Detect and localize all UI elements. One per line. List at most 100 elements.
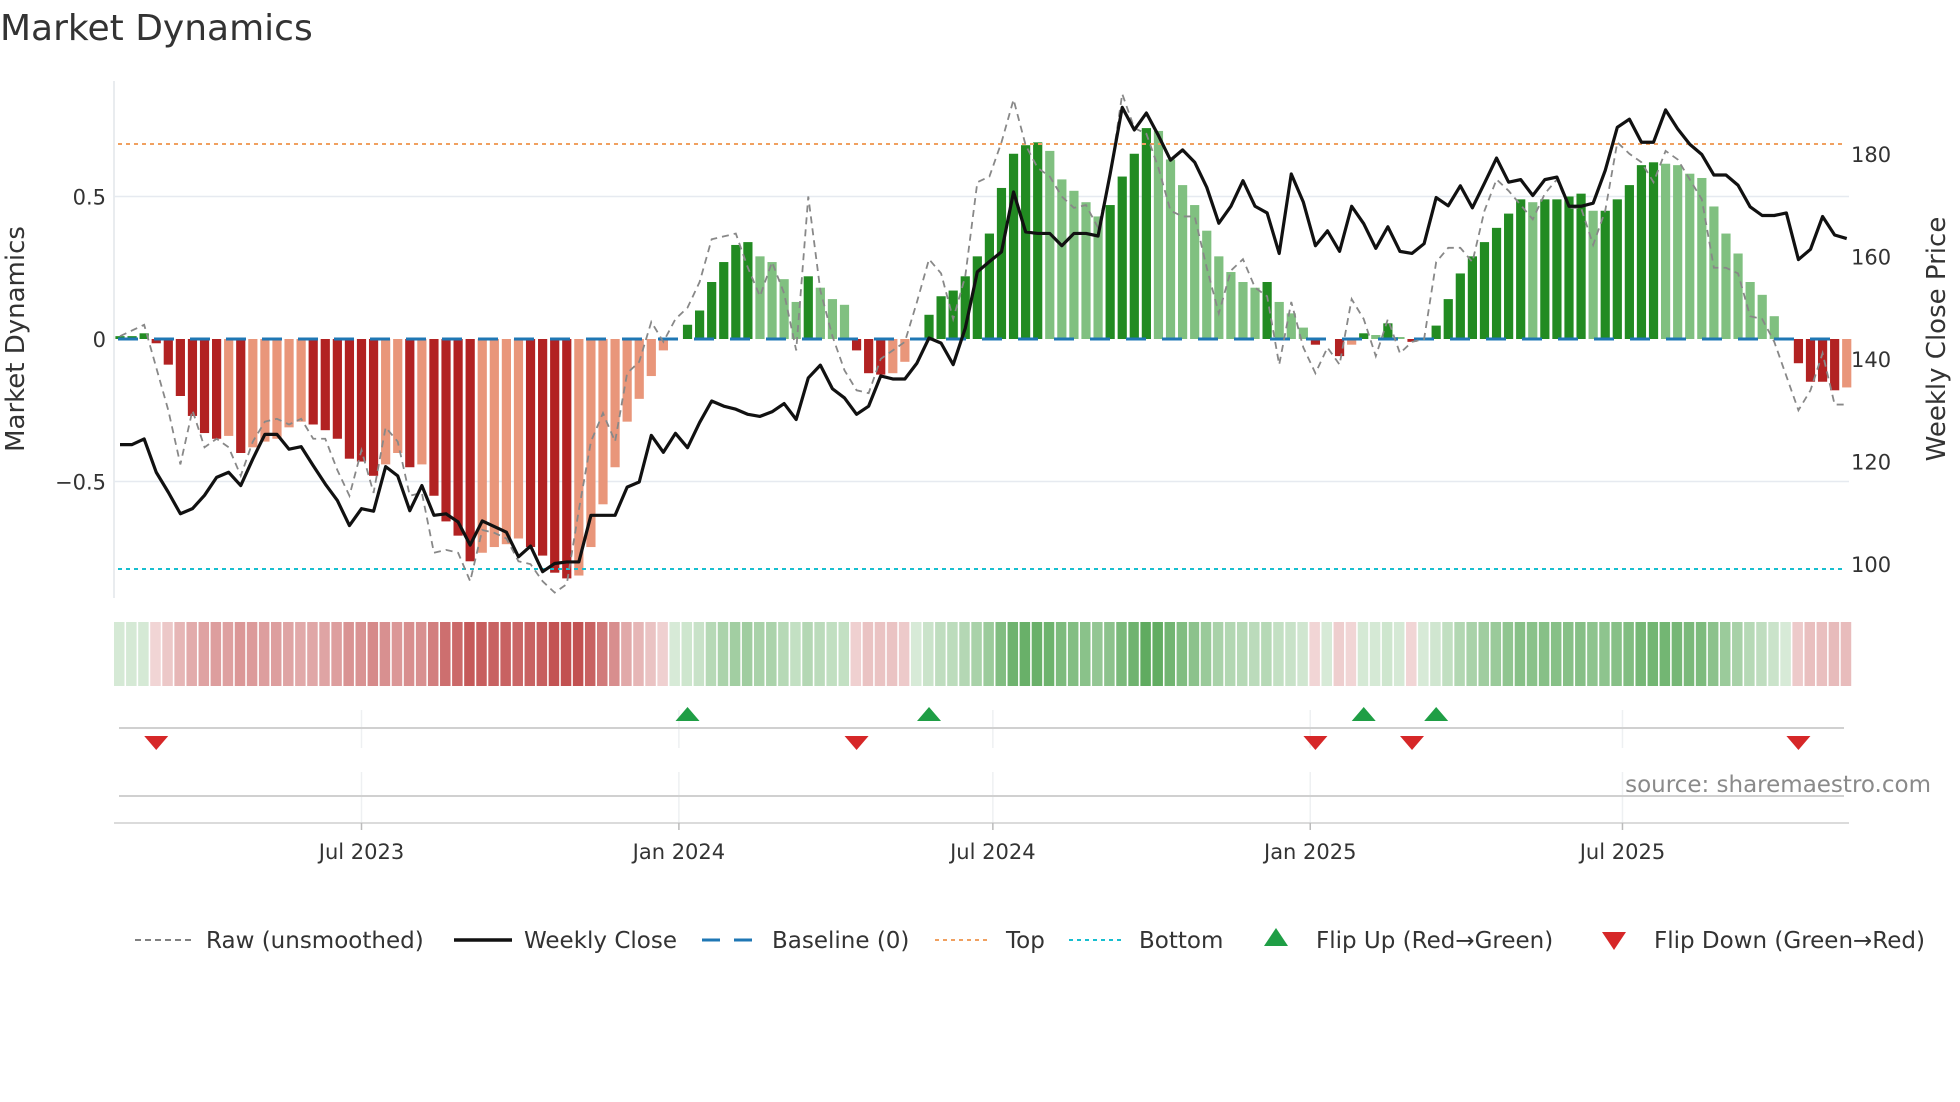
- strip-cell: [295, 622, 306, 686]
- legend-label: Flip Up (Red→Green): [1316, 928, 1553, 954]
- strip-cell: [1007, 622, 1019, 686]
- dynamics-bar: [1008, 153, 1019, 339]
- strip-cell: [1273, 622, 1284, 686]
- strip-cell: [633, 622, 644, 686]
- strip-cell: [923, 622, 934, 686]
- legend-item: Top: [935, 928, 1045, 954]
- dynamics-bar: [996, 187, 1007, 339]
- strip-cell: [1261, 622, 1272, 686]
- dynamics-bar: [1153, 130, 1164, 339]
- strip-cell: [766, 622, 777, 686]
- dynamics-bar: [1455, 273, 1465, 339]
- strip-cell: [1550, 622, 1562, 686]
- strip-cell: [415, 622, 427, 686]
- strip-cell: [331, 622, 342, 686]
- legend-marker-flip-up: [1264, 928, 1288, 946]
- dynamics-bar: [755, 256, 765, 339]
- strip-cell: [705, 622, 717, 686]
- strip-cell: [995, 622, 1006, 686]
- dynamics-bar: [1540, 199, 1550, 339]
- strip-cell: [790, 622, 801, 686]
- dynamics-bar: [1479, 242, 1490, 339]
- legend-label: Weekly Close: [524, 928, 677, 954]
- x-tick-label: Jan 2025: [1262, 840, 1357, 864]
- dynamics-bar: [1165, 159, 1176, 339]
- strip-cell: [452, 622, 463, 686]
- strip-cell: [850, 622, 862, 686]
- strip-cell: [1369, 622, 1381, 686]
- dynamics-bar: [453, 339, 463, 536]
- strip-cell: [222, 622, 234, 686]
- dynamics-bar: [864, 339, 874, 374]
- legend-label: Baseline (0): [772, 928, 909, 954]
- strip-cell: [669, 622, 680, 686]
- dynamics-bar: [1685, 173, 1695, 339]
- strip-cell: [198, 622, 210, 686]
- strip-cell: [270, 622, 282, 686]
- dynamics-bar: [610, 339, 620, 468]
- strip-cell: [343, 622, 354, 686]
- strip-cell: [1236, 622, 1248, 686]
- dynamics-bar: [429, 339, 439, 496]
- strip-cell: [1393, 622, 1405, 686]
- dynamics-bar: [248, 339, 258, 448]
- dynamics-bar: [525, 339, 536, 548]
- dynamics-bar: [707, 282, 717, 339]
- strip-cell: [1780, 622, 1791, 686]
- strip-cell: [947, 622, 958, 686]
- strip-cell: [1333, 622, 1345, 686]
- y-tick-label-left: 0.5: [73, 186, 106, 210]
- dynamics-bar: [984, 233, 994, 339]
- strip-cell: [1092, 622, 1103, 686]
- legend-item: Baseline (0): [702, 928, 909, 954]
- strip-cell: [524, 622, 536, 686]
- strip-cell: [126, 622, 137, 686]
- strip-cell: [319, 622, 330, 686]
- strip-cell: [1768, 622, 1779, 686]
- dynamics-bar: [924, 314, 934, 339]
- dynamics-bar: [1129, 153, 1139, 339]
- dynamics-bar: [851, 339, 862, 351]
- dynamics-bar: [1238, 282, 1248, 339]
- dynamics-bar: [815, 287, 825, 339]
- strip-cell: [886, 622, 898, 686]
- strip-cell: [1514, 622, 1526, 686]
- strip-cell: [1297, 622, 1308, 686]
- legend-item: Flip Down (Green→Red): [1602, 928, 1925, 954]
- dynamics-bar: [839, 304, 850, 339]
- strip-cell: [1575, 622, 1586, 686]
- dynamics-bar: [1226, 272, 1236, 339]
- y-tick-label-right: 100: [1851, 553, 1891, 577]
- dynamics-bar: [803, 276, 813, 339]
- strip-cell: [1635, 622, 1646, 686]
- strip-cell: [1744, 622, 1755, 686]
- strip-cell: [1345, 622, 1357, 686]
- strip-cell: [1164, 622, 1176, 686]
- dynamics-bar: [260, 339, 270, 442]
- dynamics-bar: [1081, 202, 1091, 339]
- strip-cell: [802, 622, 813, 686]
- strip-cell: [1587, 622, 1598, 686]
- strip-cell: [1200, 622, 1212, 686]
- strip-cell: [1502, 622, 1514, 686]
- market-dynamics-chart: Market Dynamics 0.50−0.5180160140120100 …: [0, 8, 1952, 954]
- strip-cell: [440, 622, 451, 686]
- dynamics-bar: [888, 339, 898, 374]
- strip-cell: [1454, 622, 1465, 686]
- dynamics-bar: [948, 290, 958, 339]
- strip-cell: [1043, 622, 1055, 686]
- dynamics-bar: [1443, 299, 1453, 339]
- dynamics-bar: [1045, 150, 1055, 339]
- dynamics-bar: [1588, 210, 1598, 339]
- y-tick-label-left: −0.5: [55, 471, 106, 495]
- dynamics-bar: [1504, 213, 1514, 339]
- strip-cell: [1840, 622, 1852, 686]
- dynamics-bar: [1214, 256, 1224, 339]
- strip-cell: [1816, 622, 1828, 686]
- dynamics-bar: [538, 339, 548, 556]
- dynamics-bar: [1069, 190, 1079, 339]
- strip-cell: [935, 622, 946, 686]
- strip-cell: [741, 622, 753, 686]
- strip-cell: [1309, 622, 1320, 686]
- x-tick-label: Jan 2024: [631, 840, 726, 864]
